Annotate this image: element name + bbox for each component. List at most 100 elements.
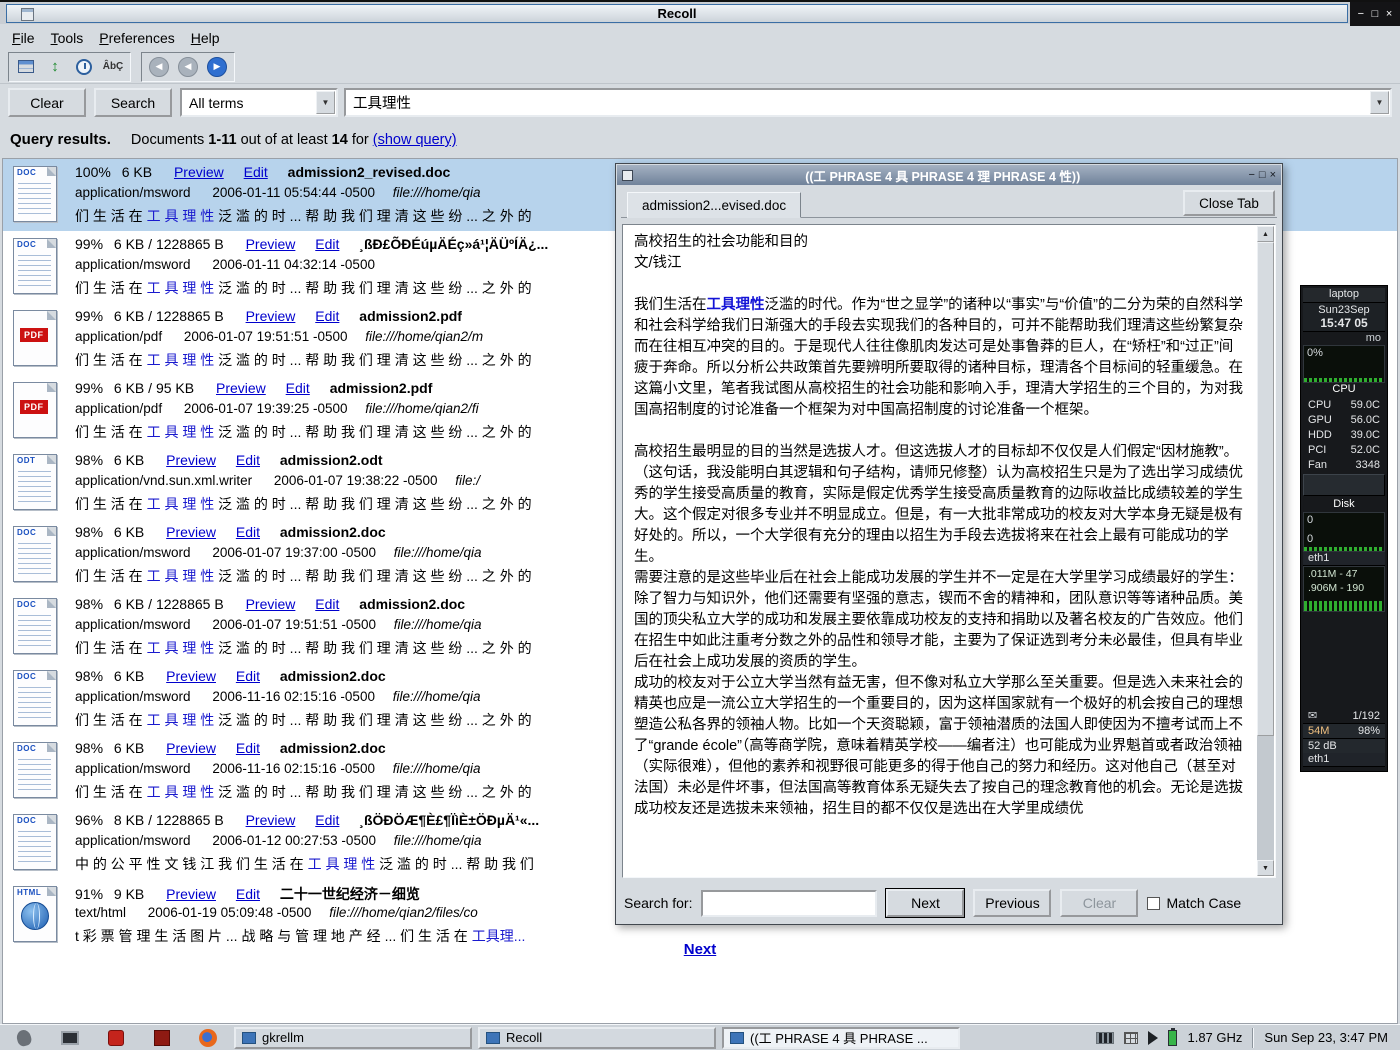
firefox-icon xyxy=(199,1029,217,1047)
sensor-label: GPU xyxy=(1308,414,1332,426)
edit-link[interactable]: Edit xyxy=(236,668,260,684)
minimize-icon[interactable]: − xyxy=(1358,9,1364,20)
sensor-row: PCI 52.0C xyxy=(1303,442,1385,457)
edit-link[interactable]: Edit xyxy=(315,596,339,612)
scroll-down-icon[interactable]: ▼ xyxy=(1257,860,1274,876)
result-size: 6 KB / 95 KB xyxy=(114,380,194,396)
preview-link[interactable]: Preview xyxy=(246,812,296,828)
fan-row: Fan 3348 xyxy=(1303,457,1385,472)
menu-item[interactable]: Tools xyxy=(45,28,94,48)
prev-page-button[interactable]: ◀ xyxy=(175,55,201,79)
preview-link[interactable]: Preview xyxy=(166,668,216,684)
toolbar-group-left: ↕ ÂbÇ xyxy=(8,52,131,82)
volume-icon[interactable] xyxy=(1148,1031,1158,1045)
preview-link[interactable]: Preview xyxy=(166,452,216,468)
paragraph-text: 高校招生最明显的目的当然是选拔人才。但这选拔人才的目标却不仅仅是人们假定“因材施… xyxy=(634,444,1243,565)
app-launcher-1[interactable] xyxy=(106,1028,126,1048)
edit-link[interactable]: Edit xyxy=(315,812,339,828)
scrollbar-thumb[interactable] xyxy=(1257,242,1274,736)
result-date: 2006-11-16 02:15:16 -0500 xyxy=(212,761,375,776)
next-page-link[interactable]: Next xyxy=(684,941,717,958)
close-icon[interactable]: × xyxy=(1386,9,1392,20)
snippet-before: 们 生 活 在 xyxy=(75,208,147,224)
close-icon[interactable]: × xyxy=(1270,170,1276,181)
edit-link[interactable]: Edit xyxy=(286,380,310,396)
preview-tab[interactable]: admission2...evised.doc xyxy=(627,192,801,218)
menu-item[interactable]: Preferences xyxy=(93,28,185,48)
scroll-up-icon[interactable]: ▲ xyxy=(1257,226,1274,242)
chevron-down-icon[interactable]: ▼ xyxy=(316,91,335,114)
search-button[interactable]: Search xyxy=(94,88,172,117)
keyboard-layout-icon[interactable] xyxy=(1096,1032,1114,1044)
workspace-grid-icon[interactable] xyxy=(1124,1032,1138,1044)
preview-link[interactable]: Preview xyxy=(246,596,296,612)
task-button[interactable]: Recoll xyxy=(478,1027,716,1049)
search-input[interactable] xyxy=(353,95,1390,111)
show-query-link[interactable]: (show query) xyxy=(373,132,457,148)
memory-row: 54M 98% xyxy=(1303,723,1385,738)
terminal-launcher[interactable] xyxy=(60,1028,80,1048)
mail-count: 1/192 xyxy=(1352,710,1380,722)
edit-link[interactable]: Edit xyxy=(236,452,260,468)
result-score: 100% xyxy=(75,164,111,180)
window-menu-icon[interactable] xyxy=(21,8,34,21)
result-date: 2006-01-11 04:32:14 -0500 xyxy=(212,257,375,272)
next-page-button[interactable]: ▶ xyxy=(204,55,230,79)
file-type-label: DOC xyxy=(17,816,36,825)
task-button[interactable]: ((工 PHRASE 4 具 PHRASE ... xyxy=(722,1027,960,1049)
edit-link[interactable]: Edit xyxy=(236,524,260,540)
preview-window-icon[interactable] xyxy=(622,170,633,181)
preview-link[interactable]: Preview xyxy=(166,524,216,540)
menu-item[interactable]: Help xyxy=(185,28,230,48)
preview-link[interactable]: Preview xyxy=(174,164,224,180)
history-button[interactable] xyxy=(71,55,97,79)
edit-link[interactable]: Edit xyxy=(315,308,339,324)
edit-link[interactable]: Edit xyxy=(244,164,268,180)
chevron-down-icon[interactable]: ▼ xyxy=(1370,91,1389,114)
preview-link[interactable]: Preview xyxy=(246,308,296,324)
clear-button[interactable]: Clear xyxy=(8,88,86,117)
first-page-button[interactable]: ◀ xyxy=(146,55,172,79)
result-url: file:///home/qian2/fi xyxy=(365,401,478,416)
preview-link[interactable]: Preview xyxy=(216,380,266,396)
find-clear-button[interactable]: Clear xyxy=(1060,889,1138,917)
menu-item[interactable]: File xyxy=(6,28,45,48)
close-tab-button[interactable]: Close Tab xyxy=(1183,190,1275,216)
preview-link[interactable]: Preview xyxy=(166,740,216,756)
show-results-table-button[interactable] xyxy=(13,55,39,79)
find-input[interactable] xyxy=(701,890,877,917)
search-mode-select[interactable]: All terms ▼ xyxy=(180,88,338,117)
preview-link[interactable]: Preview xyxy=(166,886,216,902)
battery-icon[interactable] xyxy=(1168,1030,1177,1046)
firefox-launcher[interactable] xyxy=(198,1028,218,1048)
edit-link[interactable]: Edit xyxy=(236,740,260,756)
find-next-button[interactable]: Next xyxy=(886,889,964,917)
result-size: 6 KB xyxy=(114,740,144,756)
task-label: Recoll xyxy=(506,1030,542,1045)
task-button[interactable]: gkrellm xyxy=(234,1027,472,1049)
preview-scrollbar[interactable]: ▲ ▼ xyxy=(1257,226,1274,876)
net-rx-value: .011M - 47 xyxy=(1304,567,1384,581)
maximize-icon[interactable]: □ xyxy=(1259,170,1266,181)
sensor-value: 59.0C xyxy=(1351,399,1380,411)
find-previous-button[interactable]: Previous xyxy=(973,889,1051,917)
app-launcher-2[interactable] xyxy=(152,1028,172,1048)
minimize-icon[interactable]: − xyxy=(1248,170,1254,181)
match-case-checkbox[interactable] xyxy=(1147,897,1160,910)
snippet-before: 们 生 活 在 xyxy=(75,640,147,656)
snippet-before: 们 生 活 在 xyxy=(75,352,147,368)
preview-link[interactable]: Preview xyxy=(246,236,296,252)
snippet-after: 泛 滥 的 时 ... 帮 助 我 们 理 清 这 些 纷 ... 之 外 的 xyxy=(214,352,531,368)
footprint-launcher[interactable] xyxy=(14,1028,34,1048)
snippet-highlight: 工 具 理 性 xyxy=(308,856,376,872)
result-size: 6 KB xyxy=(114,452,144,468)
edit-link[interactable]: Edit xyxy=(236,886,260,902)
sort-button[interactable]: ↕ xyxy=(42,55,68,79)
result-mime: application/msword xyxy=(75,257,191,272)
network-chart: .011M - 47 .906M - 190 xyxy=(1303,566,1385,612)
document-lines-icon xyxy=(18,615,51,648)
term-explorer-button[interactable]: ÂbÇ xyxy=(100,55,126,79)
edit-link[interactable]: Edit xyxy=(315,236,339,252)
cpu-label: CPU xyxy=(1303,383,1385,397)
maximize-icon[interactable]: □ xyxy=(1372,9,1379,20)
